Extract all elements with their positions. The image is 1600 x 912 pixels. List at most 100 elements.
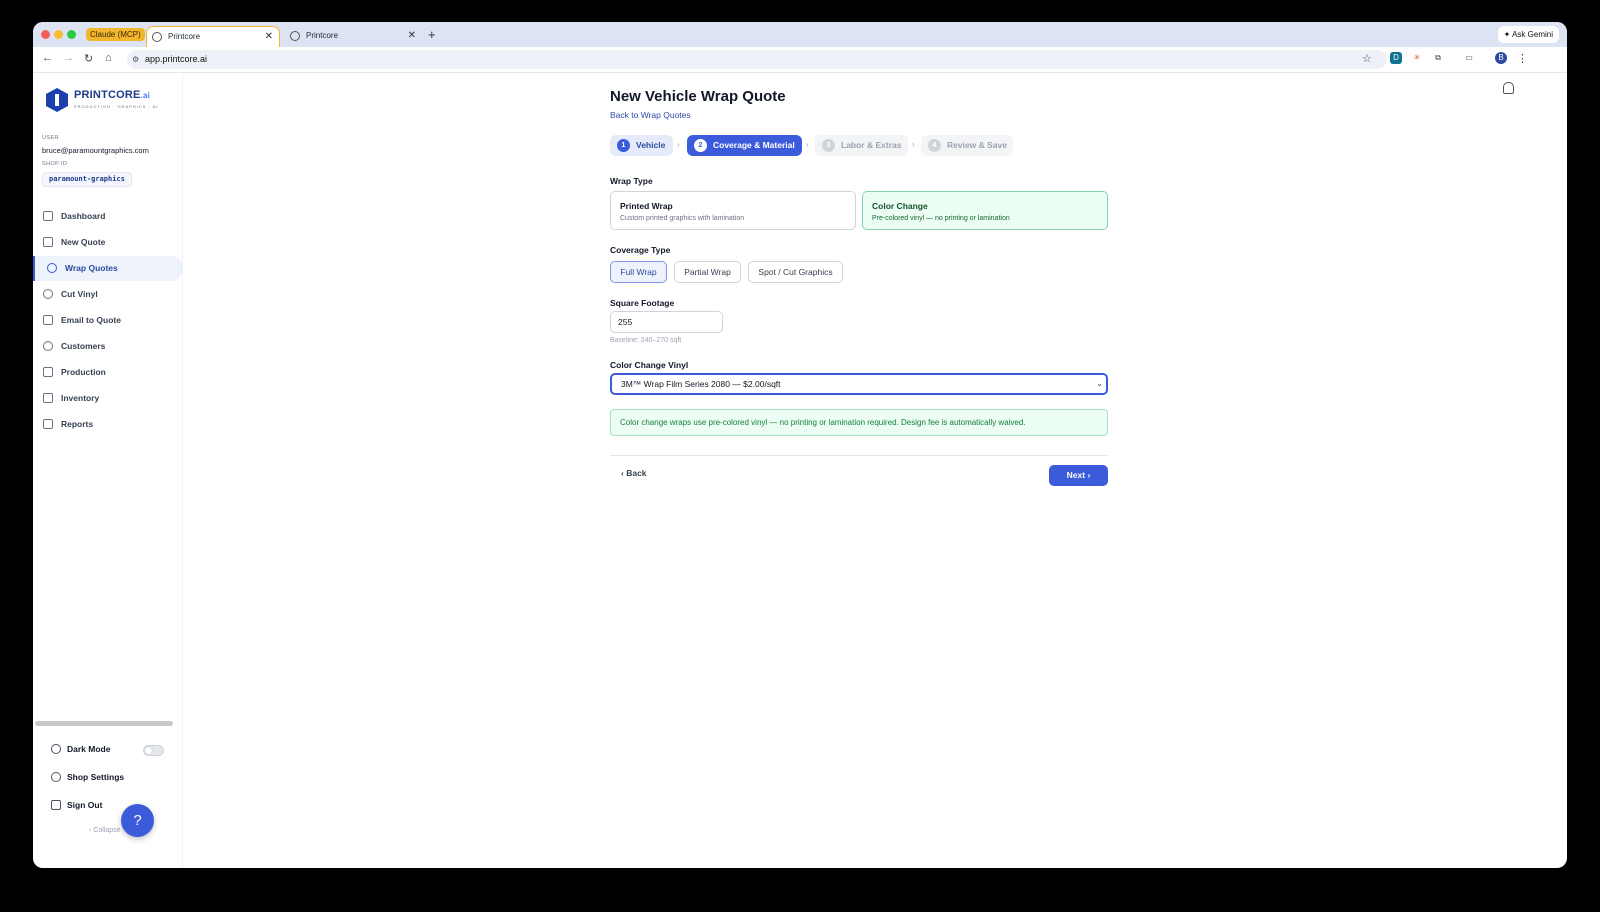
browser-tab[interactable]: Printcore ✕ (285, 26, 422, 47)
sidebar-item-new-quote[interactable]: New Quote (33, 230, 183, 255)
sidebar-item-inventory[interactable]: Inventory (33, 386, 183, 411)
shop-id-label: SHOP ID (42, 161, 68, 167)
new-tab-button[interactable]: + (428, 27, 436, 42)
step-label: Labor & Extras (841, 140, 902, 150)
sidebar: PRINTCORE.ai PRODUCTION · GRAPHICS · AI … (33, 74, 183, 868)
sidebar-item-label: Reports (61, 419, 94, 429)
back-button-label: Back (626, 468, 647, 478)
page-title: New Vehicle Wrap Quote (610, 88, 786, 105)
tab-title: Printcore (168, 32, 201, 41)
vinyl-selected-value: 3M™ Wrap Film Series 2080 — $2.00/sqft (621, 379, 781, 389)
url-bar[interactable]: ⚙ app.printcore.ai (127, 50, 1387, 69)
tab-strip: Claude (MCP) Printcore ✕ Printcore ✕ + ✦… (33, 22, 1567, 47)
extensions-puzzle-icon[interactable]: ⧉ (1432, 52, 1444, 64)
dark-mode-label: Dark Mode (67, 744, 111, 754)
step-label: Coverage & Material (713, 140, 795, 150)
chevron-right-icon: › (912, 140, 915, 149)
coverage-partial-wrap-button[interactable]: Partial Wrap (674, 261, 741, 283)
coverage-type-label: Coverage Type (610, 245, 671, 255)
box-icon (43, 393, 53, 403)
wrap-type-printed[interactable]: Printed Wrap Custom printed graphics wit… (610, 191, 856, 230)
gear-icon (51, 772, 61, 782)
sidebar-item-label: Production (61, 367, 106, 377)
globe-icon (290, 31, 300, 41)
step-vehicle[interactable]: 1 Vehicle (610, 135, 673, 156)
logo-tagline: PRODUCTION · GRAPHICS · AI (74, 104, 159, 109)
collapse-sidebar-button[interactable]: ‹ Collapse (89, 827, 121, 834)
extension-claude-icon[interactable]: ✳ (1411, 52, 1423, 64)
collapse-label: Collapse (93, 827, 121, 834)
user-label: USER (42, 135, 59, 141)
ask-gemini-button[interactable]: ✦ Ask Gemini (1497, 26, 1559, 43)
sidebar-item-cut-vinyl[interactable]: Cut Vinyl (33, 282, 183, 307)
bar-chart-icon (43, 419, 53, 429)
notifications-bell-icon[interactable] (1503, 82, 1514, 94)
shop-id-chip: paramount-graphics (42, 172, 132, 187)
tab-group-chip[interactable]: Claude (MCP) (86, 28, 145, 41)
sidebar-item-label: Cut Vinyl (61, 289, 98, 299)
profile-avatar[interactable]: B (1495, 52, 1507, 64)
coverage-spot-cut-button[interactable]: Spot / Cut Graphics (748, 261, 843, 283)
step-number: 2 (694, 139, 707, 152)
home-icon[interactable]: ⌂ (105, 52, 112, 64)
back-arrow-icon[interactable]: ← (42, 52, 53, 64)
dark-mode-toggle[interactable] (143, 745, 164, 756)
chevron-right-icon: › (1085, 470, 1091, 480)
site-info-icon[interactable]: ⚙ (132, 50, 139, 69)
globe-icon (152, 32, 162, 42)
car-icon (47, 263, 57, 273)
wrap-type-color-change[interactable]: Color Change Pre-colored vinyl — no prin… (862, 191, 1108, 230)
close-tab-icon[interactable]: ✕ (408, 26, 416, 46)
minimize-window-button[interactable] (54, 30, 63, 39)
next-button-label: Next (1066, 470, 1086, 480)
sidebar-scrollbar[interactable] (35, 721, 173, 726)
address-toolbar: ← → ↻ ⌂ ⚙ app.printcore.ai ☆ D ✳ ⧉ ▭ B ⋮ (33, 47, 1567, 73)
menu-kebab-icon[interactable]: ⋮ (1517, 52, 1528, 65)
sidebar-item-production[interactable]: Production (33, 360, 183, 385)
sidebar-item-dashboard[interactable]: Dashboard (33, 204, 183, 229)
close-window-button[interactable] (41, 30, 50, 39)
sidebar-item-wrap-quotes[interactable]: Wrap Quotes (33, 256, 183, 281)
reload-icon[interactable]: ↻ (84, 52, 93, 65)
square-footage-label: Square Footage (610, 298, 675, 308)
browser-window: Claude (MCP) Printcore ✕ Printcore ✕ + ✦… (33, 22, 1567, 868)
sidebar-item-customers[interactable]: Customers (33, 334, 183, 359)
back-to-wrap-quotes-link[interactable]: Back to Wrap Quotes (610, 110, 691, 120)
tab-title: Printcore (306, 31, 339, 40)
wrap-type-subtitle: Custom printed graphics with lamination (620, 215, 745, 222)
factory-icon (43, 367, 53, 377)
next-button[interactable]: Next › (1049, 465, 1108, 486)
sidebar-item-label: Inventory (61, 393, 100, 403)
step-labor-extras[interactable]: 3 Labor & Extras (815, 135, 908, 156)
logo-text: PRINTCORE (74, 89, 141, 101)
users-icon (43, 341, 53, 351)
back-button[interactable]: ‹ Back (621, 468, 647, 478)
step-review-save[interactable]: 4 Review & Save (921, 135, 1013, 156)
bookmark-star-icon[interactable]: ☆ (1362, 52, 1372, 65)
mail-icon (43, 315, 53, 325)
browser-tab-active[interactable]: Printcore ✕ (146, 26, 280, 47)
cast-icon[interactable]: ▭ (1463, 52, 1475, 64)
forward-arrow-icon[interactable]: → (63, 52, 74, 64)
help-button[interactable]: ? (121, 804, 154, 837)
step-coverage-material[interactable]: 2 Coverage & Material (687, 135, 802, 156)
sidebar-item-email-to-quote[interactable]: Email to Quote (33, 308, 183, 333)
maximize-window-button[interactable] (67, 30, 76, 39)
step-number: 1 (617, 139, 630, 152)
step-number: 3 (822, 139, 835, 152)
wrap-type-title: Color Change (872, 201, 928, 211)
sidebar-item-reports[interactable]: Reports (33, 412, 183, 437)
square-footage-hint: Baseline: 240–270 sqft (610, 337, 682, 344)
square-footage-input[interactable]: 255 (610, 311, 723, 333)
shop-settings-button[interactable]: Shop Settings (51, 772, 124, 782)
vinyl-select[interactable]: 3M™ Wrap Film Series 2080 — $2.00/sqft ⌄ (610, 373, 1108, 395)
chevron-right-icon: › (806, 140, 809, 149)
coverage-full-wrap-button[interactable]: Full Wrap (610, 261, 667, 283)
url-text: app.printcore.ai (145, 54, 208, 64)
extension-d-icon[interactable]: D (1390, 52, 1402, 64)
close-tab-icon[interactable]: ✕ (265, 27, 273, 47)
shop-settings-label: Shop Settings (67, 772, 125, 782)
wrap-type-subtitle: Pre-colored vinyl — no printing or lamin… (872, 215, 1010, 222)
sidebar-item-label: New Quote (61, 237, 106, 247)
sign-out-button[interactable]: Sign Out (51, 800, 102, 810)
